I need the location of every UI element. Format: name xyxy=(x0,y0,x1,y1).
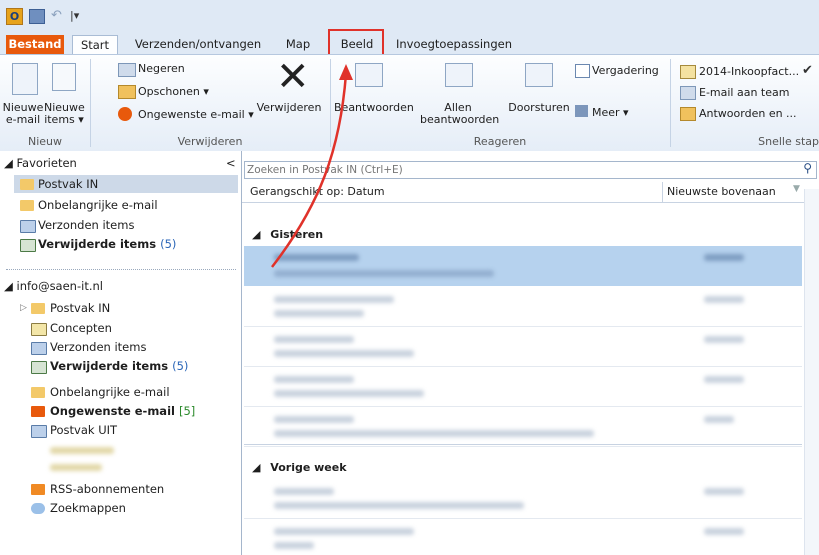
annotation-arrow xyxy=(271,64,353,268)
annotation-arrow-line xyxy=(271,73,348,268)
annotation-arrow-head xyxy=(339,64,353,80)
